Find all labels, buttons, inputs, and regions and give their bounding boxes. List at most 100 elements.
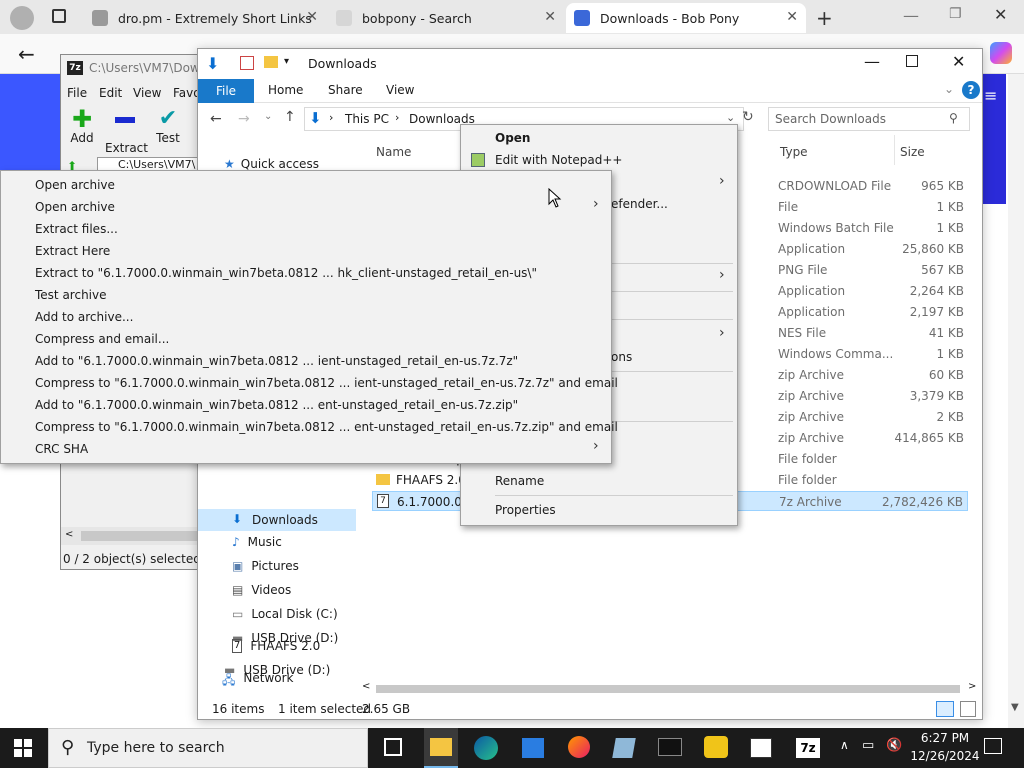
store-icon[interactable] xyxy=(522,738,544,758)
tab-downloads-bob-pony[interactable]: Downloads - Bob Pony ✕ xyxy=(566,3,806,33)
sevenzip-menu-item[interactable]: Compress to "6.1.7000.0.winmain_win7beta… xyxy=(35,416,618,438)
sevenzip-menu-edit[interactable]: Edit xyxy=(99,86,122,100)
nav-downloads[interactable]: ⬇ Downloads xyxy=(198,509,356,531)
sevenzip-menu-item[interactable]: Extract to "6.1.7000.0.winmain_win7beta.… xyxy=(35,262,537,284)
close-icon[interactable]: ✕ xyxy=(786,9,798,25)
profile-avatar[interactable] xyxy=(10,6,34,30)
terminal-icon[interactable] xyxy=(658,738,682,756)
search-downloads-box[interactable]: Search Downloads ⚲ xyxy=(768,107,970,131)
sevenzip-menu-file[interactable]: File xyxy=(67,86,87,100)
menu-edit-notepadpp[interactable]: Edit with Notepad++ xyxy=(495,149,622,171)
menu-options-item[interactable]: ons xyxy=(611,346,632,368)
sevenzip-menu-item[interactable]: Compress to "6.1.7000.0.winmain_win7beta… xyxy=(35,372,618,394)
menu-open[interactable]: Open xyxy=(495,127,530,149)
menu-scan-defender[interactable]: efender... xyxy=(611,193,668,215)
nav-videos[interactable]: ▤ Videos xyxy=(232,583,291,597)
network-icon[interactable]: ▭ xyxy=(862,738,874,753)
hamburger-icon[interactable]: ≡ xyxy=(984,86,997,105)
ribbon-tab-file[interactable]: File xyxy=(198,79,254,103)
details-view-icon[interactable] xyxy=(936,701,954,717)
back-icon[interactable]: ← xyxy=(210,111,222,127)
properties-qat-icon[interactable] xyxy=(240,56,254,70)
scroll-thumb[interactable] xyxy=(376,685,960,693)
extract-button[interactable]: Extract xyxy=(105,107,148,155)
sevenzip-menu-item[interactable]: Add to "6.1.7000.0.winmain_win7beta.0812… xyxy=(35,350,518,372)
large-icons-view-icon[interactable] xyxy=(960,701,976,717)
sevenzip-menu-item[interactable]: Compress and email... xyxy=(35,328,169,350)
close-window-button[interactable]: ✕ xyxy=(994,5,1007,24)
help-icon[interactable]: ? xyxy=(962,81,980,99)
taskbar-file-explorer[interactable] xyxy=(424,728,458,768)
sevenzip-menu-item[interactable]: Add to archive... xyxy=(35,306,133,328)
ribbon-tab-home[interactable]: Home xyxy=(268,83,303,97)
page-scrollbar[interactable]: ▼ xyxy=(1008,74,1024,730)
test-button[interactable]: ✔ Test xyxy=(153,107,183,146)
forward-icon[interactable]: → xyxy=(238,111,250,127)
menu-rename[interactable]: Rename xyxy=(495,470,544,492)
recent-dropdown-icon[interactable]: ⌄ xyxy=(264,111,272,122)
app-icon[interactable] xyxy=(612,738,636,758)
sevenzip-menu-item[interactable]: Extract Here xyxy=(35,240,110,262)
nav-music[interactable]: ♪ Music xyxy=(232,535,282,549)
menu-properties[interactable]: Properties xyxy=(495,499,556,521)
maximize-button[interactable] xyxy=(906,55,918,67)
close-icon[interactable]: ✕ xyxy=(306,9,318,25)
minimize-button[interactable]: — xyxy=(864,52,880,71)
sevenzip-menu-item[interactable]: Open archive xyxy=(35,196,115,218)
new-tab-button[interactable]: + xyxy=(816,6,833,30)
app-icon[interactable] xyxy=(750,738,772,758)
firefox-icon[interactable] xyxy=(568,736,590,758)
sevenzip-hscrollbar[interactable]: < xyxy=(61,527,199,545)
tab-dro-pm[interactable]: dro.pm - Extremely Short Links ✕ xyxy=(84,3,326,33)
volume-muted-icon[interactable]: 🔇 xyxy=(886,738,902,753)
task-view-icon[interactable] xyxy=(384,738,402,756)
nav-pictures[interactable]: ▣ Pictures xyxy=(232,559,299,573)
ribbon-expand-icon[interactable]: ⌄ xyxy=(944,82,954,96)
breadcrumb-this-pc[interactable]: This PC xyxy=(345,112,389,126)
sevenzip-menu-item[interactable]: Open archive xyxy=(35,174,115,196)
close-button[interactable]: ✕ xyxy=(952,52,965,71)
sevenzip-taskbar-icon[interactable]: 7z xyxy=(796,738,820,758)
show-hidden-icons[interactable]: ∧ xyxy=(840,738,849,752)
ribbon-tab-view[interactable]: View xyxy=(386,83,414,97)
scroll-left-icon[interactable]: < xyxy=(362,681,370,692)
close-icon[interactable]: ✕ xyxy=(544,9,556,25)
scroll-thumb[interactable] xyxy=(81,531,197,541)
add-button[interactable]: ✚ Add xyxy=(69,107,95,145)
refresh-icon[interactable]: ↻ xyxy=(742,109,754,125)
back-arrow-icon[interactable]: ← xyxy=(18,42,35,66)
maximize-button[interactable]: ❐ xyxy=(949,6,962,22)
qat-dropdown-icon[interactable]: ▾ xyxy=(284,56,289,67)
address-dropdown-icon[interactable]: ⌄ xyxy=(726,111,735,124)
edge-icon[interactable] xyxy=(474,736,498,760)
minimize-button[interactable]: — xyxy=(903,6,919,25)
clock-time[interactable]: 6:27 PM xyxy=(916,731,974,745)
nav-local-disk[interactable]: ▭ Local Disk (C:) xyxy=(232,607,338,621)
scroll-right-icon[interactable]: > xyxy=(968,681,976,692)
scroll-left-icon[interactable]: < xyxy=(65,529,73,540)
nav-quick-access[interactable]: ★ Quick access xyxy=(224,157,319,171)
sevenzip-menu-item[interactable]: Extract files... xyxy=(35,218,118,240)
tab-bobpony-search[interactable]: bobpony - Search ✕ xyxy=(328,3,564,33)
column-header-size[interactable]: Size xyxy=(900,145,925,159)
file-hscrollbar[interactable]: < > xyxy=(358,681,978,697)
sevenzip-menu-item[interactable]: CRC SHA xyxy=(35,438,88,460)
copilot-icon[interactable] xyxy=(990,42,1012,64)
start-button[interactable] xyxy=(14,739,32,757)
sevenzip-menu-item[interactable]: Add to "6.1.7000.0.winmain_win7beta.0812… xyxy=(35,394,518,416)
clock-date[interactable]: 12/26/2024 xyxy=(910,749,980,763)
column-header-type[interactable]: Type xyxy=(780,145,808,159)
folder-qat-icon[interactable] xyxy=(264,56,278,68)
taskbar-search-box[interactable]: ⚲ Type here to search xyxy=(48,728,368,768)
tab-actions-icon[interactable] xyxy=(52,9,66,23)
notifications-icon[interactable] xyxy=(984,738,1002,754)
column-header-name[interactable]: Name xyxy=(376,145,411,159)
scroll-down-icon[interactable]: ▼ xyxy=(1011,702,1019,713)
up-icon[interactable]: ↑ xyxy=(284,109,296,125)
nav-network[interactable]: 🖧 Network xyxy=(222,671,294,692)
nav-fhaafs[interactable]: 7 FHAAFS 2.0 xyxy=(232,639,320,653)
sevenzip-menu-item[interactable]: Test archive xyxy=(35,284,107,306)
sevenzip-menu-view[interactable]: View xyxy=(133,86,161,100)
ribbon-tab-share[interactable]: Share xyxy=(328,83,363,97)
app-icon[interactable] xyxy=(704,736,728,758)
